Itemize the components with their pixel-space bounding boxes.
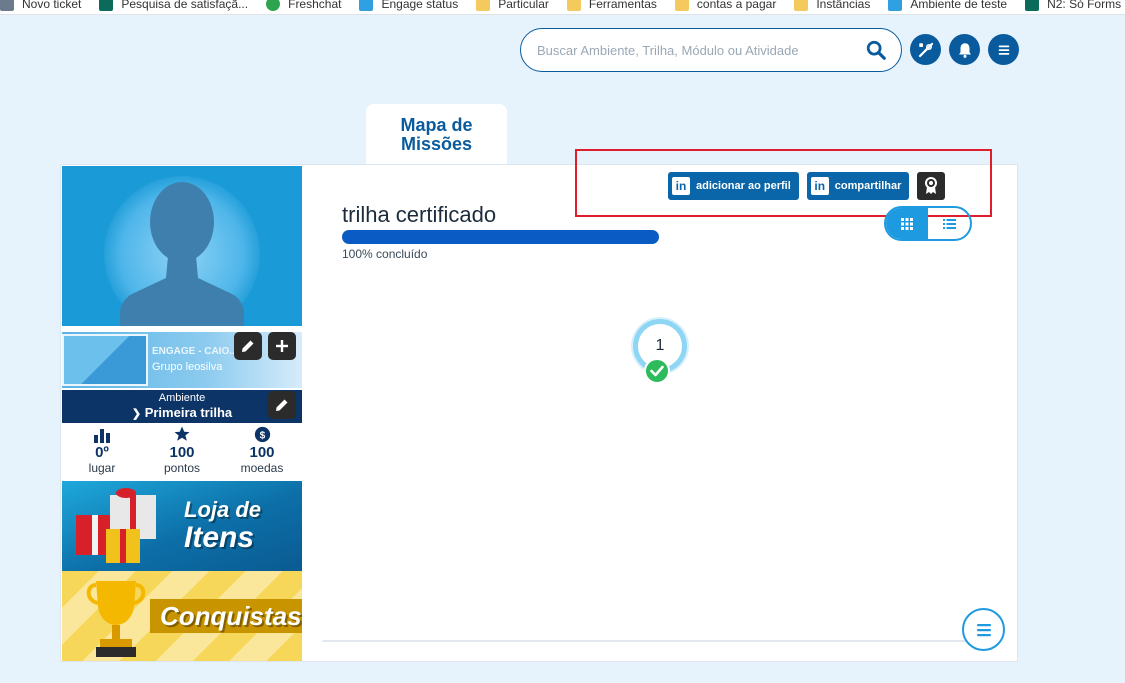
stat-value: 100 <box>169 444 195 461</box>
page-icon <box>99 0 114 11</box>
tab-label-line1: Mapa de <box>400 115 473 135</box>
bookmark-label: Ferramentas <box>588 0 657 11</box>
avatar[interactable] <box>62 166 302 326</box>
bookmark-label: Instâncias <box>816 0 871 11</box>
team-image <box>62 334 148 386</box>
environment-value: ❯︎ Primeira trilha <box>62 405 302 420</box>
store-title-line1: Loja de <box>184 497 262 522</box>
check-icon <box>650 365 664 377</box>
bookmark-instancias[interactable]: Instâncias <box>794 0 870 11</box>
ranking-icon <box>94 429 110 443</box>
stat-lugar: 0º lugar <box>62 423 142 481</box>
search-icon[interactable] <box>865 39 887 61</box>
pencil-icon <box>276 399 288 411</box>
card-divider <box>322 640 1002 642</box>
tab-label-line2: Missões <box>400 134 473 154</box>
chevron-down-icon: ❯︎ <box>131 408 142 420</box>
svg-text:$: $ <box>259 430 265 441</box>
menu-icon <box>998 45 1009 55</box>
bookmark-label: Particular <box>498 0 549 11</box>
tools-button[interactable] <box>910 34 941 65</box>
page-icon <box>1025 0 1040 11</box>
list-icon <box>942 218 956 229</box>
list-view-button[interactable] <box>928 208 970 239</box>
stat-moedas: $ 100 moedas <box>222 423 302 481</box>
search-bar <box>520 28 902 72</box>
achievements-banner[interactable]: Conquistas <box>62 571 302 661</box>
bookmark-pesquisa[interactable]: Pesquisa de satisfaçã... <box>99 0 248 11</box>
folder-icon <box>476 0 491 11</box>
bookmark-label: N2: Só Forms Grava... <box>1047 0 1125 11</box>
mission-completed-badge <box>644 358 670 384</box>
coin-icon: $ <box>254 426 270 443</box>
stat-label: pontos <box>163 461 201 475</box>
star-icon <box>174 426 190 441</box>
bookmark-label: Freshchat <box>288 0 342 11</box>
stat-label: moedas <box>240 461 284 475</box>
bookmark-ambiente-teste[interactable]: Ambiente de teste <box>888 0 1007 11</box>
folder-icon <box>566 0 581 11</box>
gift-boxes-icon <box>76 488 156 563</box>
trail-title: trilha certificado <box>342 202 497 227</box>
stat-value: 0º <box>95 444 109 461</box>
grid-view-button[interactable] <box>886 208 928 239</box>
environment-label: Ambiente <box>158 392 206 404</box>
page-icon <box>0 0 14 11</box>
notifications-button[interactable] <box>949 34 980 65</box>
stat-pontos: 100 pontos <box>142 423 222 481</box>
main-menu-button[interactable] <box>988 34 1019 65</box>
bookmark-contas[interactable]: contas a pagar <box>674 0 777 11</box>
trophy-icon <box>86 581 146 657</box>
bookmarks-bar: Novo ticket Pesquisa de satisfaçã... Fre… <box>0 0 1125 15</box>
item-store-banner[interactable]: Loja de Itens <box>62 481 302 571</box>
folder-icon <box>674 0 689 11</box>
environment-name: Primeira trilha <box>144 405 233 420</box>
stat-label: lugar <box>88 461 116 475</box>
trail-progress-bar <box>342 230 659 244</box>
add-team-button[interactable] <box>268 332 296 360</box>
bookmark-n2[interactable]: N2: Só Forms Grava... <box>1025 0 1125 11</box>
edit-team-button[interactable] <box>234 332 262 360</box>
team-name: ENGAGE - CAIO... <box>152 346 238 357</box>
user-stats: 0º lugar 100 pontos $ 100 moedas <box>62 423 302 481</box>
group-name: Grupo leosilva <box>152 361 223 373</box>
plus-icon <box>276 340 288 352</box>
bookmark-ferramentas[interactable]: Ferramentas <box>566 0 657 11</box>
view-toggle <box>884 206 972 241</box>
bookmark-label: Engage status <box>381 0 459 11</box>
store-title-line2: Itens <box>184 521 255 554</box>
bookmark-label: contas a pagar <box>696 0 777 11</box>
bookmark-freshchat[interactable]: Freshchat <box>266 0 341 11</box>
floating-menu-button[interactable] <box>962 608 1005 651</box>
bookmark-engage-status[interactable]: Engage status <box>359 0 458 11</box>
trail-progress-text: 100% concluído <box>342 247 428 261</box>
mission-number: 1 <box>655 337 665 354</box>
search-input[interactable] <box>537 42 865 58</box>
stat-value: 100 <box>249 444 275 461</box>
tab-mapa-de-missoes[interactable]: Mapa de Missões <box>366 104 507 166</box>
environment-selector[interactable]: Ambiente ❯︎ Primeira trilha <box>62 390 302 423</box>
bookmark-novo-ticket[interactable]: Novo ticket <box>0 0 81 11</box>
team-card: ENGAGE - CAIO... Grupo leosilva <box>62 332 302 388</box>
bookmark-label: Novo ticket <box>22 0 82 11</box>
achievements-title: Conquistas <box>160 601 302 631</box>
folder-icon <box>794 0 809 11</box>
bookmark-particular[interactable]: Particular <box>476 0 549 11</box>
bookmark-label: Pesquisa de satisfaçã... <box>121 0 249 11</box>
user-silhouette-icon <box>120 182 244 326</box>
bookmark-label: Ambiente de teste <box>910 0 1008 11</box>
edit-environment-button[interactable] <box>268 391 296 419</box>
tools-icon <box>918 42 933 57</box>
page-icon <box>266 0 281 11</box>
page-icon <box>359 0 374 11</box>
menu-icon <box>976 623 991 636</box>
page-icon <box>888 0 903 11</box>
grid-icon <box>901 217 913 230</box>
bell-icon <box>958 42 971 58</box>
pencil-icon <box>242 340 254 352</box>
